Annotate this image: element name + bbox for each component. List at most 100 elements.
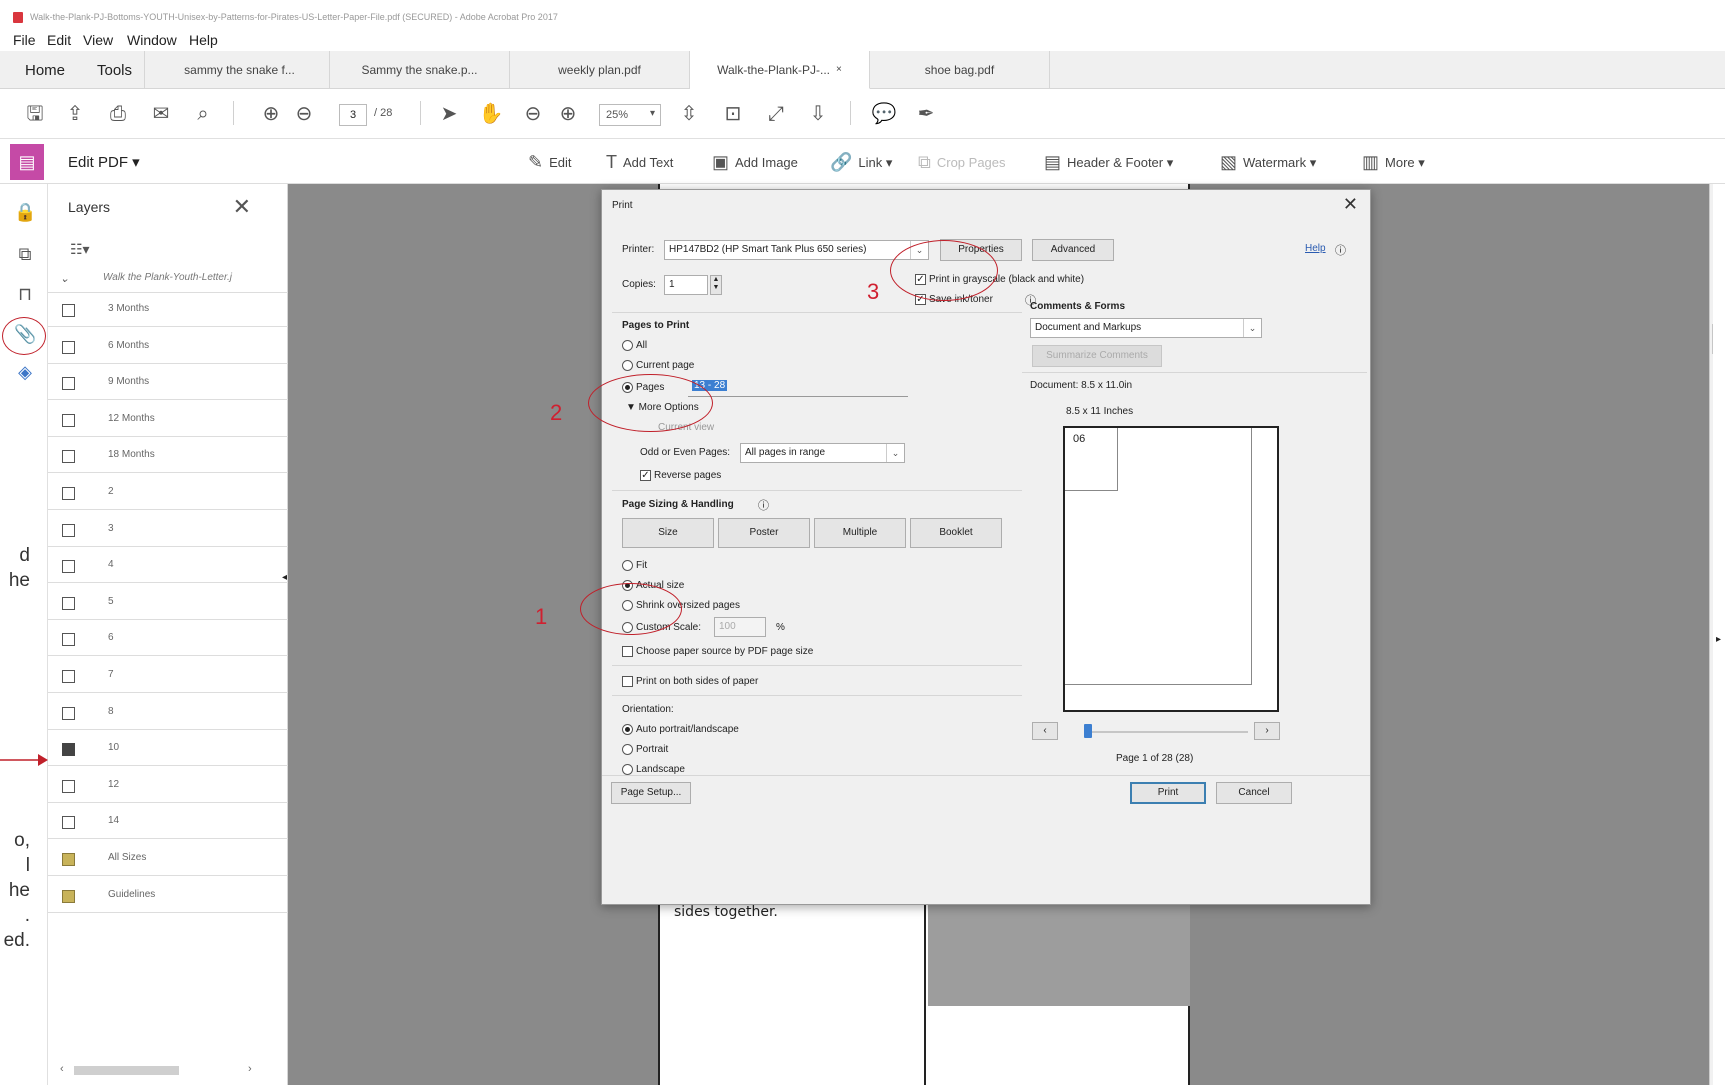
pages-icon[interactable]: ⧉ [14,244,36,268]
cancel-button[interactable]: Cancel [1216,782,1292,804]
layer-visibility-checkbox[interactable] [62,779,75,793]
auto-orientation-radio[interactable] [622,724,633,735]
scroll-mode-icon[interactable]: ⇩ [805,101,831,127]
collapse-panel-icon[interactable]: ◂ [282,572,287,583]
more-button[interactable]: ▥ More ▾ [1362,152,1425,173]
layer-visibility-checkbox[interactable] [62,633,75,647]
layer-visibility-checkbox[interactable] [62,377,75,391]
layer-visibility-checkbox[interactable] [62,340,75,354]
layer-row[interactable]: 10 [48,733,288,767]
upload-icon[interactable]: ⇪ [62,101,88,127]
tab-doc-shoe-bag[interactable]: shoe bag.pdf [870,51,1050,89]
reverse-pages-checkbox[interactable]: ✓ [640,470,651,481]
watermark-button[interactable]: ▧ Watermark ▾ [1220,152,1316,173]
next-page-icon[interactable]: ⊖ [291,101,317,127]
comment-icon[interactable]: 💬 [871,101,897,127]
print-icon[interactable]: ⎙ [105,101,131,127]
fit-width-icon[interactable]: ⊡ [720,101,746,127]
layer-row[interactable]: 14 [48,806,288,840]
zoom-out-icon[interactable]: ⊖ [520,101,546,127]
layer-visibility-checkbox[interactable] [62,596,75,610]
layer-row[interactable]: 12 [48,770,288,803]
layer-visibility-checkbox[interactable] [62,413,75,427]
tab-doc-weekly-plan[interactable]: weekly plan.pdf [510,51,690,89]
pen-icon[interactable]: ✒ [913,101,939,127]
scroll-left-icon[interactable]: ‹ [60,1063,64,1075]
bookmark-icon[interactable]: ⊓ [14,284,36,308]
print-button[interactable]: Print [1130,782,1206,804]
menu-window[interactable]: Window [127,32,177,48]
booklet-button[interactable]: Booklet [910,518,1002,548]
tab-tools[interactable]: Tools [85,51,145,89]
copies-input[interactable]: 1 [664,275,708,295]
poster-button[interactable]: Poster [718,518,810,548]
layers-horizontal-scrollbar[interactable]: ‹ › [60,1063,260,1077]
email-icon[interactable]: ✉ [148,101,174,127]
zoom-in-icon[interactable]: ⊕ [555,101,581,127]
preview-prev-button[interactable]: ‹ [1032,722,1058,740]
chevron-down-icon[interactable]: ⌄ [60,272,69,285]
layer-row[interactable]: 7 [48,660,288,693]
layer-root[interactable]: ⌄ Walk the Plank-Youth-Letter.j [48,260,288,293]
menu-file[interactable]: File [13,32,36,48]
layer-visibility-checkbox[interactable] [62,743,75,757]
preview-next-button[interactable]: › [1254,722,1280,740]
tab-close-icon[interactable]: × [836,64,842,75]
custom-scale-input[interactable]: 100 [714,617,766,637]
both-sides-checkbox[interactable] [622,676,633,687]
crop-pages-button[interactable]: ⧉ Crop Pages [918,152,1006,173]
sizing-info-icon[interactable]: ⓘ [758,497,769,513]
fit-radio[interactable] [622,560,633,571]
copies-stepper[interactable]: ▲ ▼ [710,275,722,295]
comments-select[interactable]: Document and Markups ⌄ [1030,318,1262,338]
fit-page-icon[interactable]: ⇳ [676,101,702,127]
advanced-button[interactable]: Advanced [1032,239,1114,261]
printer-select[interactable]: HP147BD2 (HP Smart Tank Plus 650 series)… [664,240,929,260]
layer-visibility-checkbox[interactable] [62,560,75,574]
close-icon[interactable]: ✕ [1343,194,1358,215]
layer-row[interactable]: 9 Months [48,367,288,401]
layer-visibility-checkbox[interactable] [62,487,75,500]
scroll-right-icon[interactable]: › [248,1063,252,1075]
tab-home[interactable]: Home [15,51,75,89]
all-radio[interactable] [622,340,633,351]
odd-even-select[interactable]: All pages in range ⌄ [740,443,905,463]
choose-paper-checkbox[interactable] [622,646,633,657]
layer-visibility-checkbox[interactable] [62,523,75,537]
layer-row[interactable]: 4 [48,550,288,584]
layer-row[interactable]: 3 Months [48,294,288,327]
layers-icon[interactable]: ◈ [14,362,36,386]
layer-row[interactable]: 2 [48,477,288,510]
layer-visibility-checkbox[interactable] [62,853,75,866]
multiple-button[interactable]: Multiple [814,518,906,548]
layer-row[interactable]: All Sizes [48,843,288,876]
header-footer-button[interactable]: ▤ Header & Footer ▾ [1044,152,1173,173]
layer-row[interactable]: Guidelines [48,880,288,913]
help-link[interactable]: Help [1305,243,1326,254]
layer-visibility-checkbox[interactable] [62,816,75,830]
close-icon[interactable]: ✕ [233,194,251,220]
hand-tool-icon[interactable]: ✋ [478,101,504,127]
layers-options-icon[interactable]: ☷▾ [70,241,90,258]
expand-panel-icon[interactable]: ▸ [1716,634,1721,645]
preview-slider[interactable] [1084,724,1092,738]
tab-doc-sammy-1[interactable]: sammy the snake f... [150,51,330,89]
layer-visibility-checkbox[interactable] [62,670,75,683]
lock-icon[interactable]: 🔒 [14,202,36,226]
layer-row[interactable]: 6 Months [48,331,288,364]
pages-range-input[interactable]: 13 - 28 [688,377,908,397]
save-icon[interactable]: 🖫 [22,101,48,127]
layer-visibility-checkbox[interactable] [62,450,75,464]
scroll-thumb[interactable] [74,1066,179,1075]
layer-visibility-checkbox[interactable] [62,889,75,903]
prev-page-icon[interactable]: ⊕ [258,101,284,127]
tab-doc-walk-the-plank[interactable]: Walk-the-Plank-PJ-... × [690,51,870,89]
menu-edit[interactable]: Edit [47,32,71,48]
page-setup-button[interactable]: Page Setup... [611,782,691,804]
layer-row[interactable]: 12 Months [48,404,288,437]
current-page-radio[interactable] [622,360,633,371]
zoom-select[interactable]: 25% ▾ [599,104,661,126]
link-button[interactable]: 🔗 Link ▾ [830,152,892,173]
size-button[interactable]: Size [622,518,714,548]
layer-visibility-checkbox[interactable] [62,706,75,720]
